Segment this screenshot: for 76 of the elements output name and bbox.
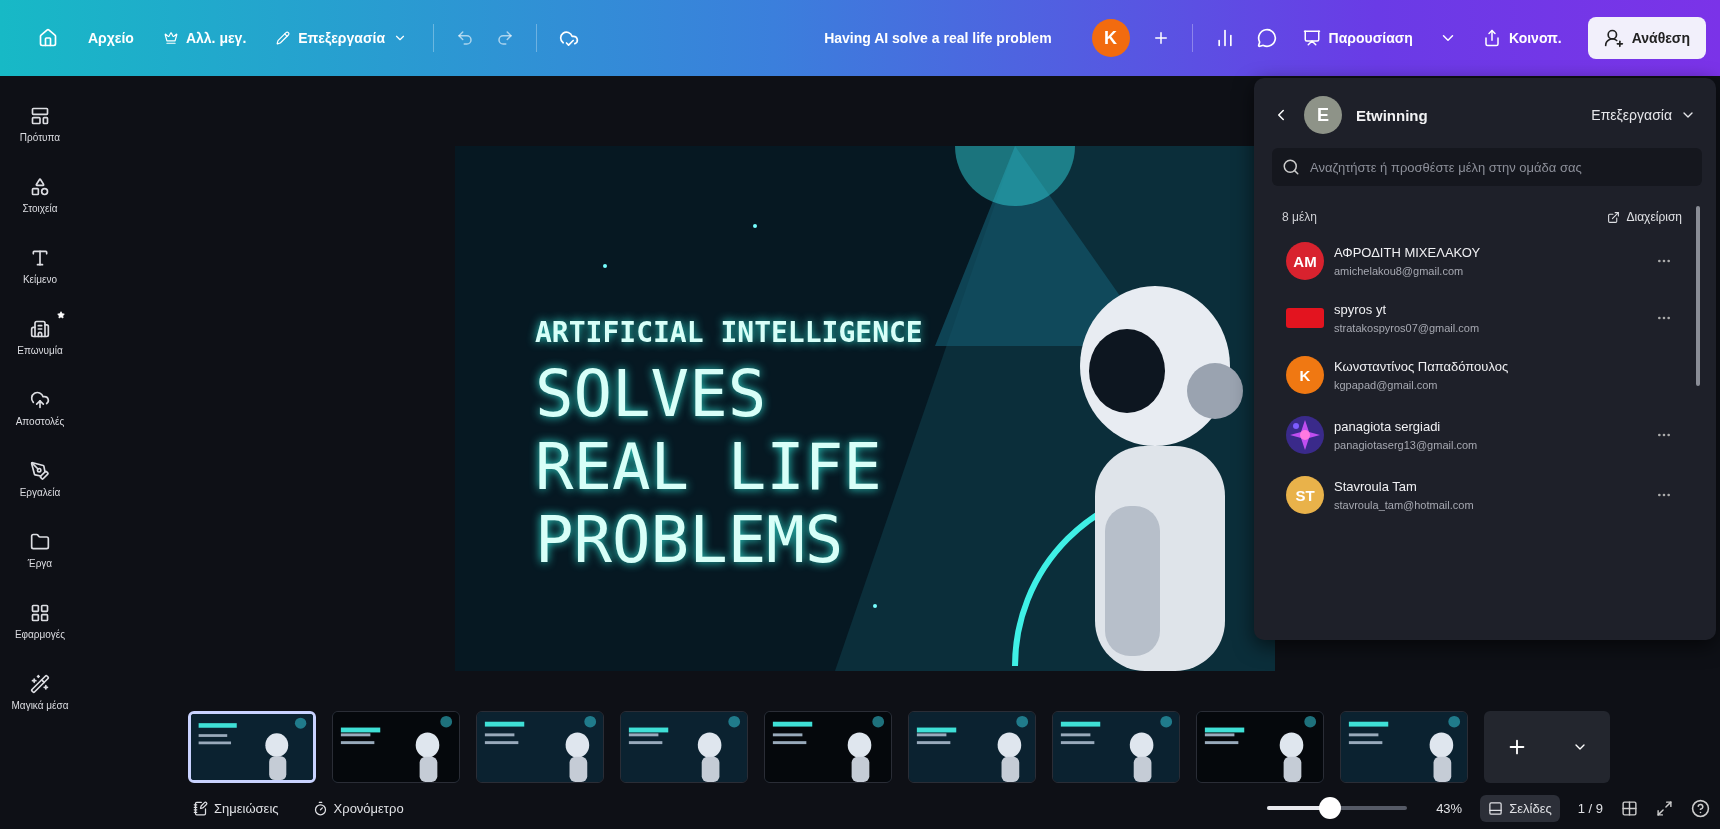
page-thumbnail[interactable] <box>476 711 604 783</box>
page-thumbnail[interactable] <box>332 711 460 783</box>
timer-icon <box>312 800 328 816</box>
upload-icon <box>30 390 50 410</box>
sidebar-item[interactable]: Κείμενο <box>12 240 68 285</box>
notes-button[interactable]: Σημειώσεις <box>185 794 287 822</box>
page-count: 1 / 9 <box>1577 800 1603 816</box>
page-thumbnail[interactable] <box>908 711 1036 783</box>
user-avatar: K <box>1286 356 1324 394</box>
share-icon <box>1482 29 1501 47</box>
magic-icon <box>30 674 50 694</box>
slide-heading: REAL LIFE <box>535 434 883 502</box>
sidebar-item[interactable]: Αποστολές <box>5 382 75 427</box>
notes-icon <box>193 800 208 816</box>
slider-thumb[interactable] <box>1319 797 1342 819</box>
crown-icon <box>163 31 178 45</box>
user-avatar: ST <box>1286 476 1324 514</box>
sidebar-item[interactable]: Εργαλεία <box>9 453 71 498</box>
comment-icon[interactable] <box>1256 28 1277 48</box>
member-name: spyros yt <box>1334 302 1387 317</box>
sparkle-icon <box>56 311 65 319</box>
sidebar-item[interactable]: Μαγικά μέσα <box>1 666 79 711</box>
apps-icon <box>30 603 50 623</box>
help-icon[interactable] <box>1691 798 1710 818</box>
assign-button[interactable]: Ανάθεση <box>1587 17 1706 59</box>
page-thumbnail[interactable] <box>764 711 892 783</box>
timer-button[interactable]: Χρονόμετρο <box>304 794 412 822</box>
slide-heading: PROBLEMS <box>535 507 845 575</box>
member-name: ΑΦΡΟΔΙΤΗ ΜΙΧΕΛΑΚΟΥ <box>1334 245 1482 260</box>
user-add-icon <box>1603 28 1624 48</box>
search-icon <box>1282 158 1300 176</box>
presentation-icon <box>1302 29 1321 47</box>
home-icon <box>38 28 58 48</box>
present-button[interactable]: Παρουσίαση <box>1298 23 1417 53</box>
brand-icon <box>30 319 50 339</box>
zoom-reading: 43% <box>1436 800 1463 816</box>
sidebar-item[interactable]: Επωνυμία <box>7 311 73 356</box>
draw-icon <box>30 461 50 481</box>
edit-icon <box>276 31 291 45</box>
text-icon <box>30 248 50 268</box>
sidebar-item[interactable]: Στοιχεία <box>12 169 68 214</box>
member-email: stratakospyros07@gmail.com <box>1334 322 1481 334</box>
team-avatar: E <box>1304 96 1342 134</box>
pages-button[interactable]: Σελίδες <box>1480 794 1560 822</box>
member-email: panagiotaserg13@gmail.com <box>1334 439 1479 451</box>
slide-heading: SOLVES <box>535 361 768 429</box>
sidebar-item[interactable]: Πρότυπα <box>9 98 71 143</box>
manage-link[interactable]: Διαχείριση <box>1607 210 1682 224</box>
template-icon <box>30 106 50 126</box>
page-thumbnail[interactable] <box>620 711 748 783</box>
role-dropdown[interactable]: Επεξεργασία <box>1585 106 1702 124</box>
shapes-icon <box>30 177 50 197</box>
page-thumbnail[interactable] <box>1196 711 1324 783</box>
document-title[interactable]: Having AI solve a real life problem <box>824 30 1052 46</box>
member-email: stavroula_tam@hotmail.com <box>1334 499 1475 511</box>
member-count: 8 μέλη <box>1282 210 1317 224</box>
sidebar-item[interactable]: Έργα <box>17 524 63 569</box>
slide-kicker: ARTIFICIAL INTELLIGENCE <box>535 316 923 349</box>
share-button[interactable]: Κοινοπ. <box>1478 23 1566 53</box>
member-email: kgpapad@gmail.com <box>1334 379 1439 391</box>
page-thumbnail[interactable] <box>1052 711 1180 783</box>
external-link-icon <box>1607 210 1621 224</box>
sidebar-item[interactable]: Εφαρμογές <box>4 595 76 640</box>
member-name: Stavroula Tam <box>1334 479 1418 494</box>
cloud-check-icon[interactable] <box>559 28 579 48</box>
fullscreen-icon[interactable] <box>1656 799 1673 817</box>
folder-icon <box>30 532 50 552</box>
member-name: panagiota sergiadi <box>1334 419 1442 434</box>
grid-view-icon[interactable] <box>1621 799 1638 817</box>
user-avatar: AM <box>1286 242 1324 280</box>
page-thumbnail[interactable] <box>1340 711 1468 783</box>
team-name: Etwinning <box>1356 106 1428 124</box>
member-name: Κωνσταντίνος Παπαδόπουλος <box>1334 359 1510 374</box>
search-field[interactable]: Αναζητήστε ή προσθέστε μέλη στην ομάδα σας <box>1272 148 1702 186</box>
pages-icon <box>1488 800 1504 816</box>
member-email: amichelakou8@gmail.com <box>1334 265 1465 277</box>
